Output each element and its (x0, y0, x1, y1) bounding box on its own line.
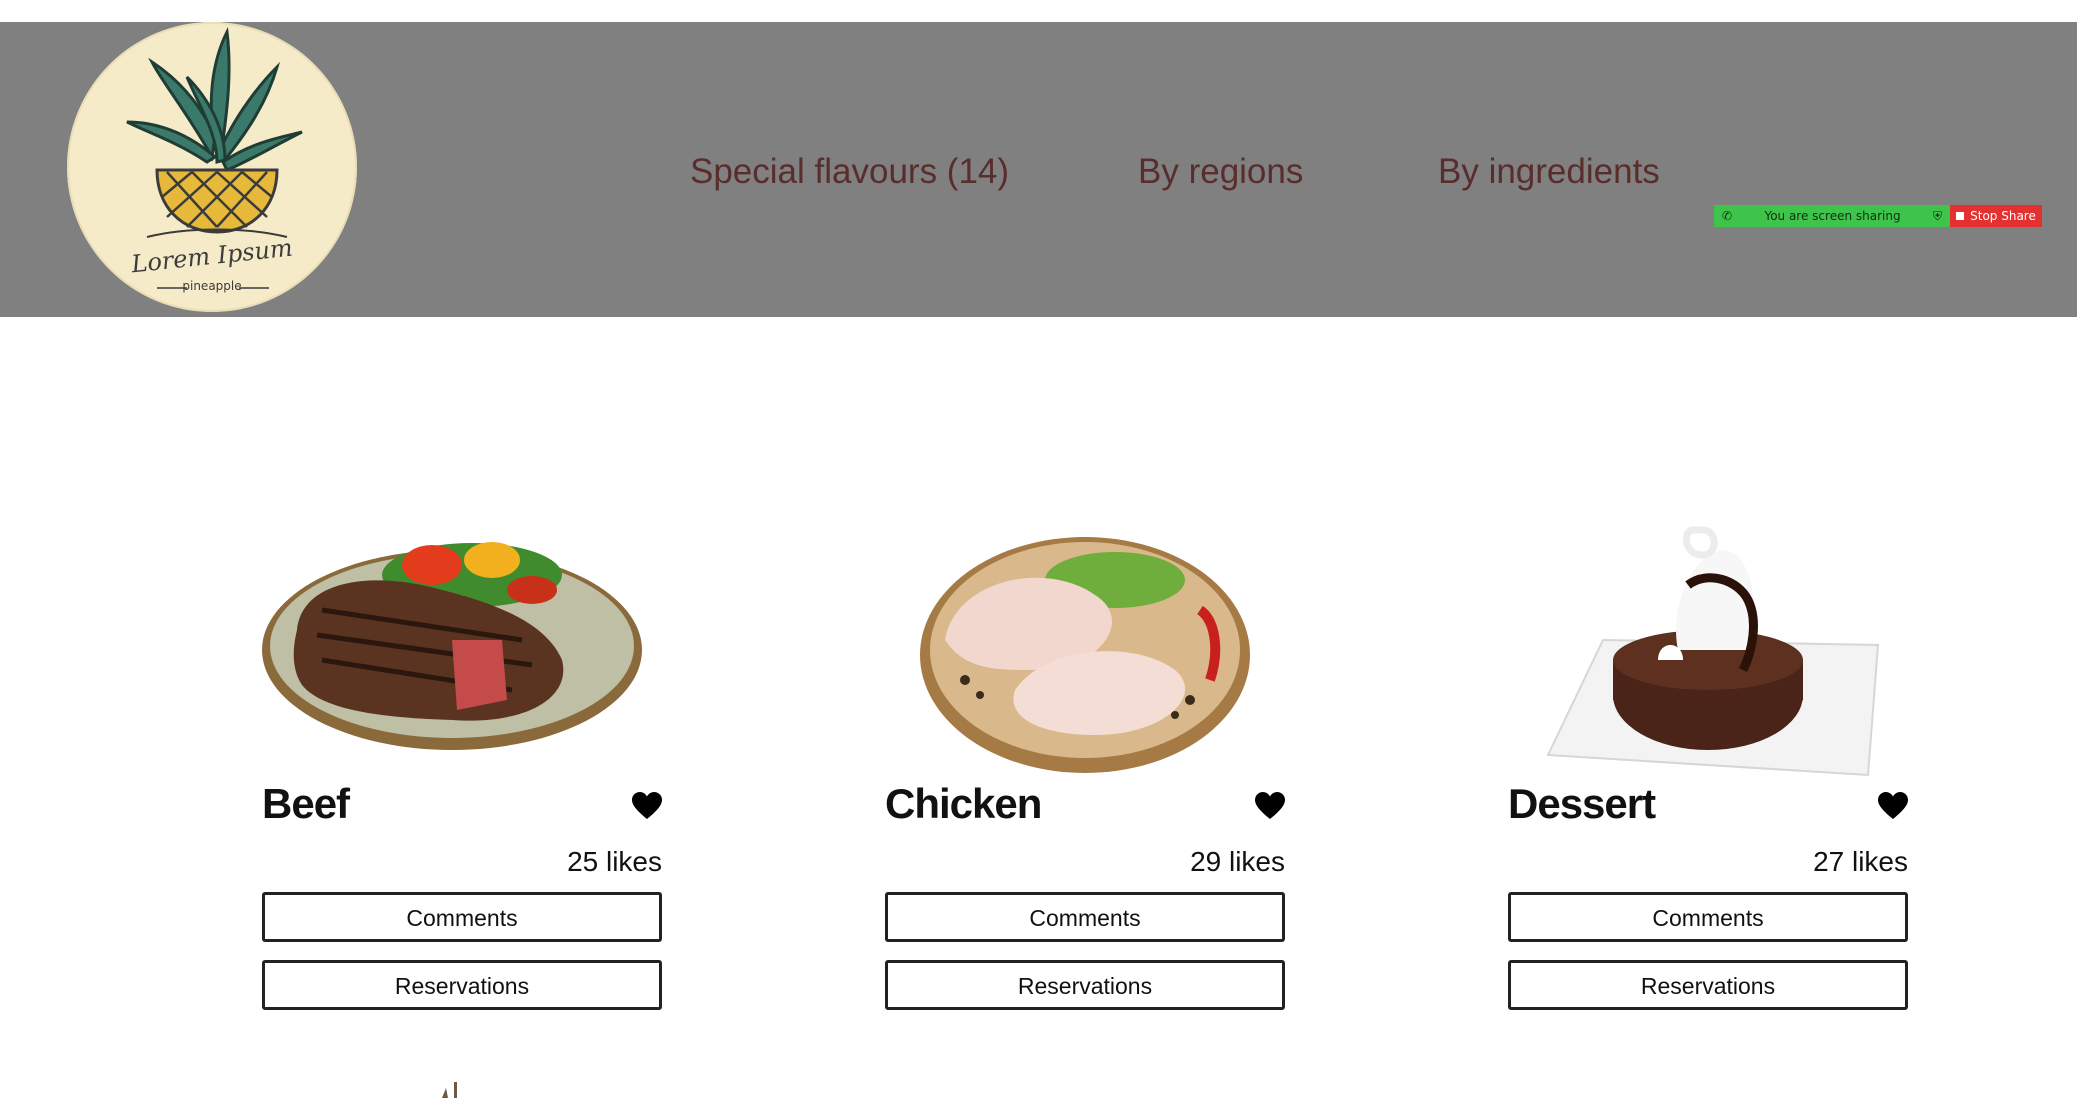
logo-subtitle: pineapple (182, 279, 242, 293)
stop-share-button[interactable]: Stop Share (1950, 205, 2042, 227)
page: Lorem Ipsum pineapple Special flavours (… (0, 0, 2077, 1098)
comments-button[interactable]: Comments (1508, 892, 1908, 942)
heart-icon[interactable] (1878, 792, 1908, 820)
phone-icon: ✆ (1722, 209, 1733, 223)
card-title: Beef (262, 780, 350, 827)
likes-count: 29 likes (1190, 846, 1285, 877)
screen-share-status-text: You are screen sharing (1764, 209, 1901, 223)
card-title-row: Dessert (1508, 780, 1908, 840)
raw-chicken-plate-image (885, 520, 1285, 780)
card-title: Dessert (1508, 780, 1656, 827)
card-title: Chicken (885, 780, 1042, 827)
steak-plate-image (262, 520, 662, 780)
food-card-beef: Beef 25 likes Comments Reservations (262, 520, 662, 1010)
card-title-row: Beef (262, 780, 662, 840)
reservations-button[interactable]: Reservations (262, 960, 662, 1010)
likes-count: 27 likes (1813, 846, 1908, 877)
chocolate-cake-plate-image (1508, 520, 1908, 780)
heart-icon[interactable] (1255, 792, 1285, 820)
comments-button[interactable]: Comments (262, 892, 662, 942)
likes-count: 25 likes (567, 846, 662, 877)
nav-link-by-ingredients[interactable]: By ingredients (1438, 152, 1660, 192)
nav-link-special-flavours[interactable]: Special flavours (14) (690, 152, 1009, 192)
stop-icon (1956, 212, 1965, 220)
screen-share-status: ✆ You are screen sharing ⛨ (1714, 205, 1950, 227)
stop-share-label: Stop Share (1970, 209, 2036, 223)
site-logo[interactable]: Lorem Ipsum pineapple (67, 22, 357, 312)
next-row-image-partial (442, 1082, 457, 1098)
comments-button[interactable]: Comments (885, 892, 1285, 942)
reservations-button[interactable]: Reservations (885, 960, 1285, 1010)
screen-share-bar: ✆ You are screen sharing ⛨ Stop Share (1714, 205, 2042, 227)
card-title-row: Chicken (885, 780, 1285, 840)
reservations-button[interactable]: Reservations (1508, 960, 1908, 1010)
heart-icon[interactable] (632, 792, 662, 820)
nav-link-by-regions[interactable]: By regions (1138, 152, 1303, 192)
food-card-chicken: Chicken 29 likes Comments Reservations (885, 520, 1285, 1010)
food-card-dessert: Dessert 27 likes Comments Reservations (1508, 520, 1908, 1010)
site-header: Lorem Ipsum pineapple Special flavours (… (0, 22, 2077, 317)
shield-icon: ⛨ (1932, 208, 1942, 223)
